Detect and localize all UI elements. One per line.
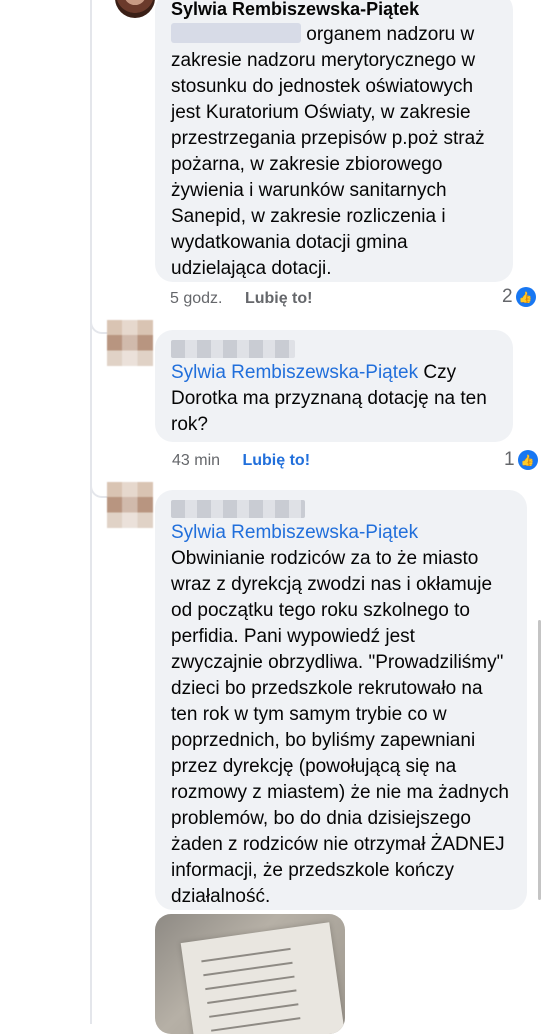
avatar[interactable]	[107, 482, 153, 528]
thumbs-up-icon: 👍	[517, 450, 538, 470]
avatar[interactable]	[107, 320, 153, 366]
comment-bubble: Sylwia Rembiszewska-Piątek organem nadzo…	[155, 0, 513, 282]
comment-bubble: Sylwia Rembiszewska-Piątek Czy Dorotka m…	[155, 330, 513, 442]
like-button[interactable]: Lubię to!	[242, 452, 310, 469]
redacted-author	[171, 500, 305, 518]
avatar[interactable]	[115, 0, 155, 18]
comment-time[interactable]: 43 min	[172, 452, 220, 469]
reaction-count[interactable]: 2 👍	[502, 286, 536, 308]
attached-photo[interactable]	[155, 914, 345, 1034]
comment-author[interactable]: Sylwia Rembiszewska-Piątek	[171, 0, 497, 22]
comment-bubble: Sylwia Rembiszewska-Piątek Obwinianie ro…	[155, 490, 527, 910]
document-photo	[180, 922, 345, 1034]
like-button[interactable]: Lubię to!	[245, 290, 313, 307]
comment-meta: 5 godz. Lubię to!	[170, 290, 312, 308]
redacted-author	[171, 340, 295, 358]
mention-link[interactable]: Sylwia Rembiszewska-Piątek	[171, 522, 418, 543]
scrollbar[interactable]	[538, 620, 541, 900]
mention-link[interactable]: Sylwia Rembiszewska-Piątek	[171, 362, 418, 383]
comment-meta: 43 min Lubię to!	[172, 452, 310, 470]
comment-text: Sylwia Rembiszewska-Piątek Obwinianie ro…	[171, 522, 509, 907]
thumbs-up-icon: 👍	[515, 287, 536, 307]
reaction-count[interactable]: 1 👍	[504, 449, 538, 471]
thread-connector	[90, 482, 108, 498]
redacted-text	[171, 23, 301, 43]
thread-connector	[90, 318, 108, 334]
comment-text: organem nadzoru w zakresie nadzoru meryt…	[171, 23, 485, 279]
comment-time[interactable]: 5 godz.	[170, 290, 222, 307]
thread-line	[90, 0, 92, 1024]
comment-text: Sylwia Rembiszewska-Piątek Czy Dorotka m…	[171, 362, 487, 435]
